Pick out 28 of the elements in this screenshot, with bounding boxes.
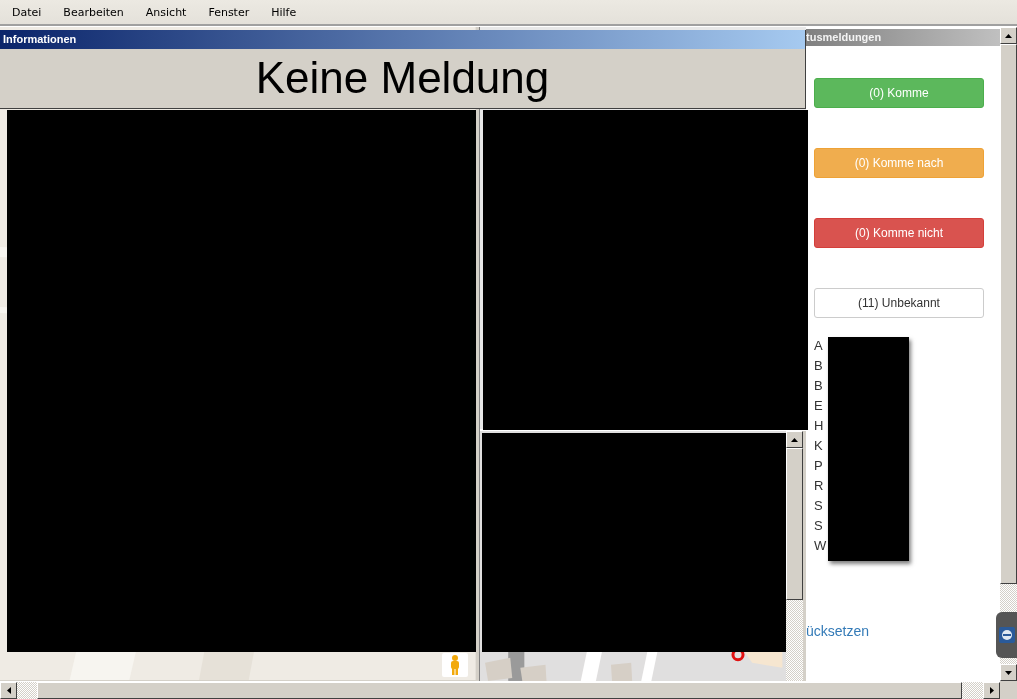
- list-item: S: [814, 497, 824, 515]
- menu-item[interactable]: Bearbeiten: [55, 5, 132, 19]
- reset-link[interactable]: ücksetzen: [806, 623, 984, 639]
- list-item: S: [814, 517, 824, 535]
- list-item: R: [814, 477, 825, 495]
- list-item: K: [814, 437, 824, 455]
- list-item: E: [814, 397, 824, 415]
- window-title: Informationen: [0, 30, 805, 49]
- menu-item[interactable]: Ansicht: [137, 5, 195, 19]
- list-item: W: [814, 537, 828, 555]
- status-button[interactable]: (11) Unbekannt: [814, 288, 984, 318]
- arrow-right-icon[interactable]: [989, 687, 994, 694]
- arrow-left-icon[interactable]: [6, 687, 11, 694]
- menu-item[interactable]: Hilfe: [263, 5, 305, 19]
- list-item: H: [814, 417, 825, 435]
- list-item: P: [814, 457, 824, 475]
- arrow-up-icon[interactable]: [791, 437, 798, 442]
- arrow-down-icon[interactable]: [1005, 670, 1012, 675]
- message-text: Keine Meldung: [254, 52, 551, 104]
- list-item: B: [814, 377, 824, 395]
- list-item: A: [814, 337, 824, 355]
- remote-support-icon[interactable]: [996, 612, 1017, 658]
- list-item: B: [814, 357, 824, 375]
- panel-title: tusmeldungen: [806, 29, 1000, 46]
- menu-item[interactable]: Datei: [4, 5, 50, 19]
- arrow-up-icon[interactable]: [1005, 33, 1012, 38]
- status-button[interactable]: (0) Komme nicht: [814, 218, 984, 248]
- menu-item[interactable]: Fenster: [200, 5, 258, 19]
